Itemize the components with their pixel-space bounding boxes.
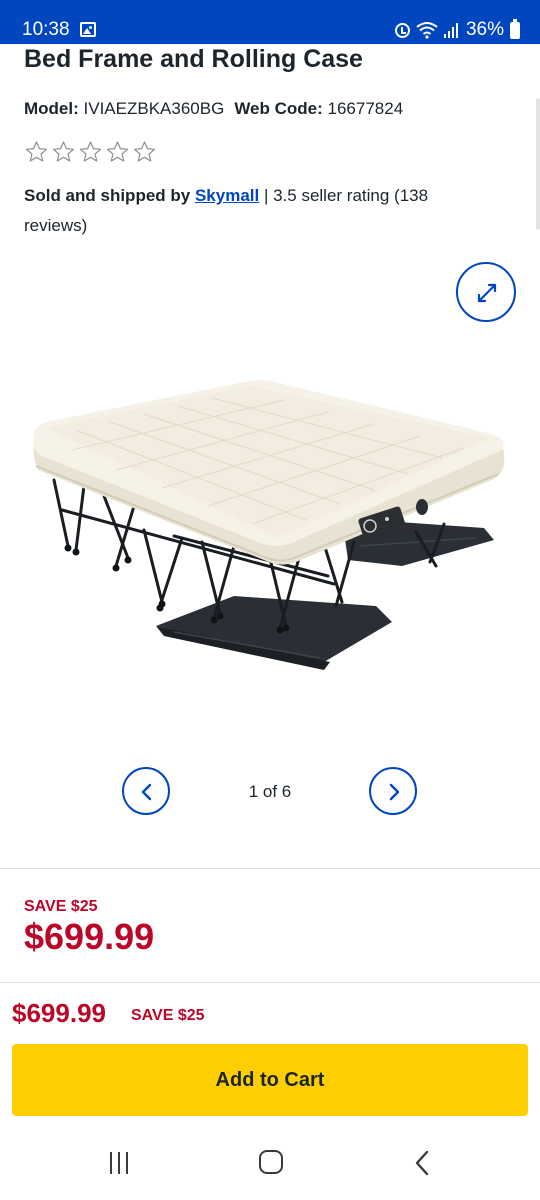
webcode-value: 16677824: [327, 99, 404, 118]
chevron-left-icon: [141, 783, 152, 801]
model-label: Model:: [24, 99, 79, 118]
product-title: Bed Frame and Rolling Case: [24, 45, 363, 73]
star-icon: [106, 141, 129, 162]
sticky-save-badge: SAVE $25: [131, 1007, 205, 1024]
model-value: IVIAEZBKA360BG: [83, 99, 225, 118]
gallery-counter: 1 of 6: [248, 782, 292, 801]
alarm-icon: [394, 22, 410, 38]
battery-icon: [510, 18, 520, 39]
system-nav-bar: [0, 1124, 540, 1200]
status-time: 10:38: [22, 19, 70, 40]
seller-info: Sold and shipped by Skymall | 3.5 seller…: [24, 181, 494, 241]
expand-icon: [477, 283, 497, 303]
status-icons: 36%: [394, 18, 520, 41]
product-meta: Model: IVIAEZBKA360BG Web Code: 16677824: [24, 98, 403, 120]
gallery-next-button[interactable]: [369, 767, 417, 815]
seller-prefix: Sold and shipped by: [24, 186, 191, 205]
wifi-icon: [416, 22, 438, 39]
star-icon: [25, 141, 48, 162]
save-badge: SAVE $25: [24, 898, 98, 915]
add-to-cart-button[interactable]: Add to Cart: [12, 1044, 528, 1116]
product-image[interactable]: [24, 370, 516, 680]
expand-image-button[interactable]: [456, 262, 516, 322]
gallery-icon: [80, 22, 96, 37]
star-icon: [133, 141, 156, 162]
rating-stars[interactable]: [24, 140, 157, 164]
gallery-prev-button[interactable]: [122, 767, 170, 815]
product-price: $699.99: [24, 916, 155, 957]
star-icon: [52, 141, 75, 162]
webcode-label: Web Code:: [234, 99, 323, 118]
scroll-indicator[interactable]: [536, 98, 540, 230]
sticky-price: $699.99: [12, 998, 106, 1028]
home-button[interactable]: [259, 1150, 283, 1174]
seller-link[interactable]: Skymall: [195, 186, 259, 205]
star-icon: [79, 141, 102, 162]
chevron-right-icon: [389, 783, 400, 801]
status-bar: 10:38 36%: [0, 0, 540, 44]
divider: [0, 868, 540, 869]
battery-percent: 36%: [465, 19, 504, 40]
divider: [0, 982, 540, 983]
signal-icon: [443, 23, 458, 38]
back-button[interactable]: [414, 1150, 432, 1176]
recent-apps-button[interactable]: [108, 1152, 132, 1174]
title-region: Bed Frame and Rolling Case: [0, 44, 540, 78]
